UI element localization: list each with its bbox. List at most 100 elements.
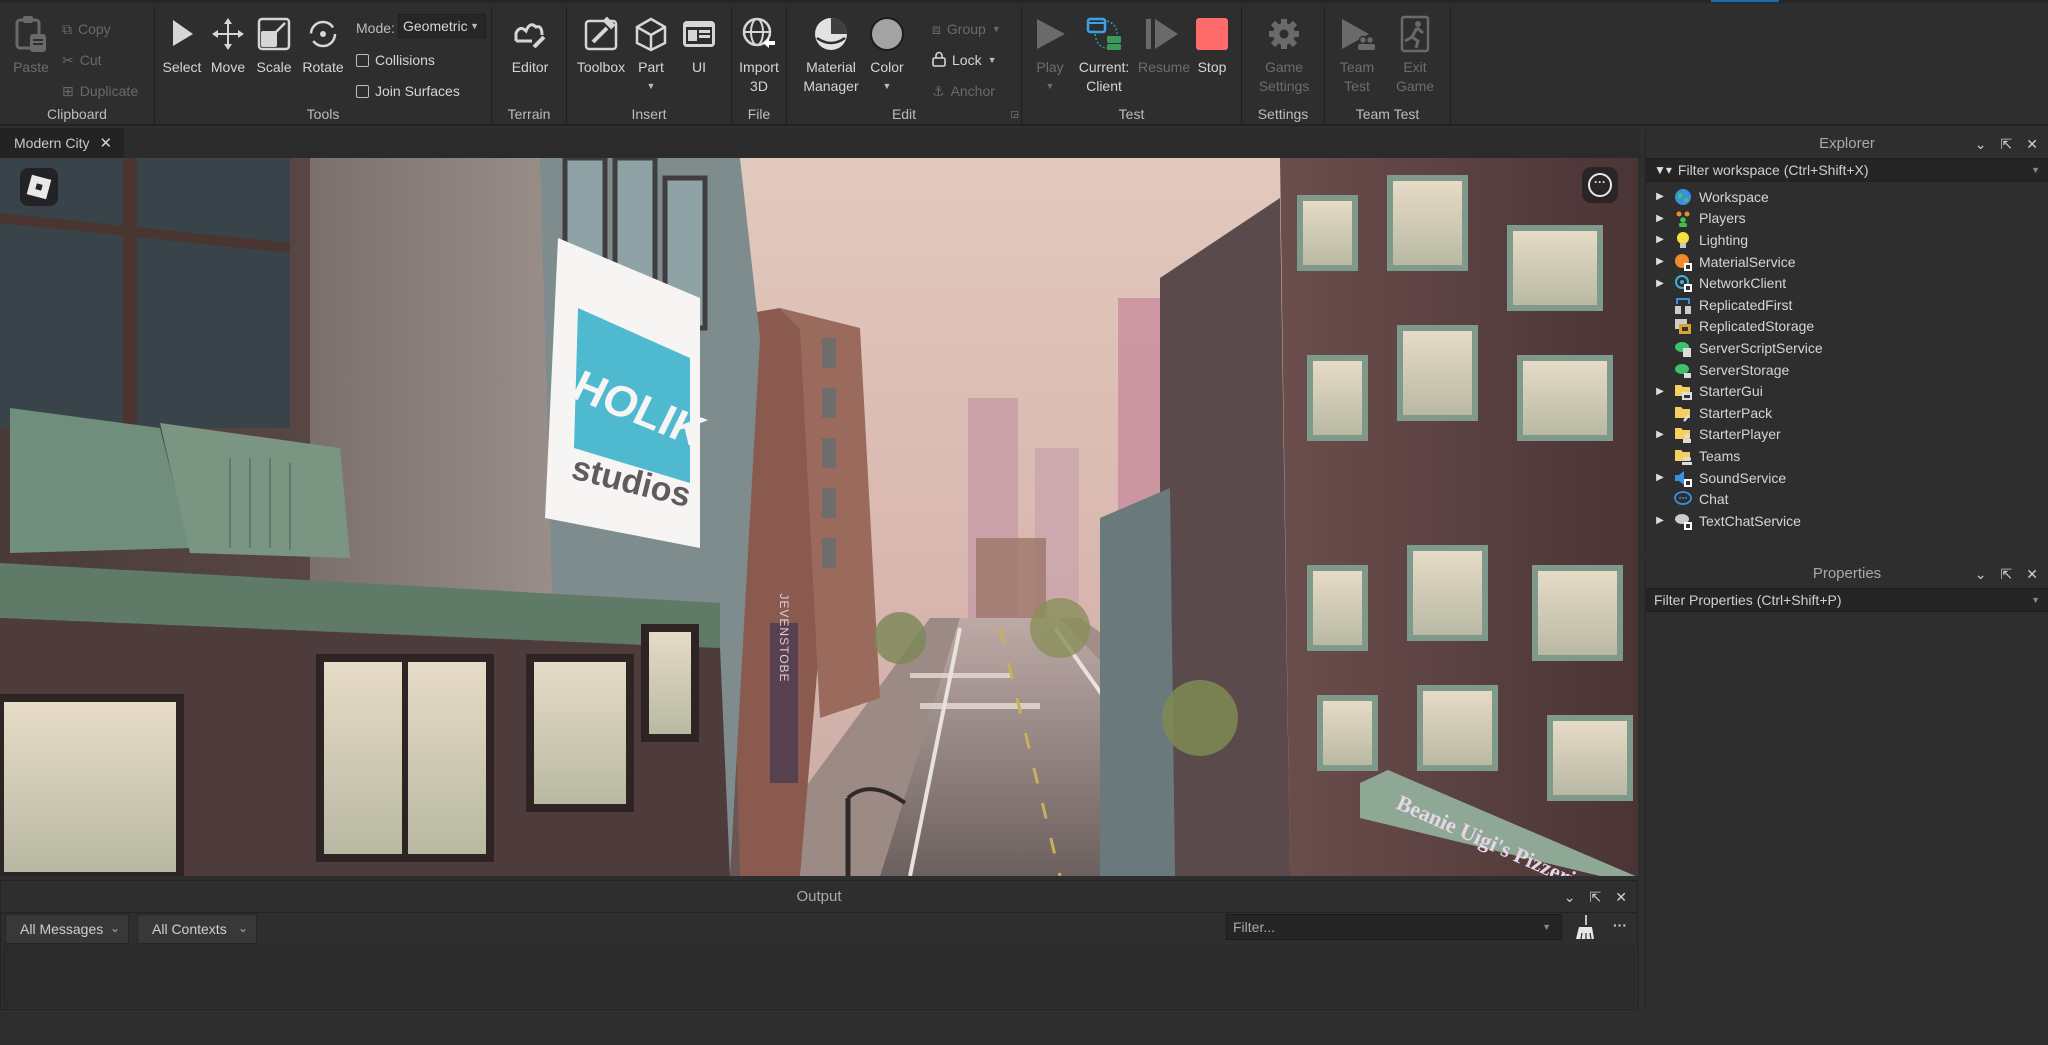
roblox-menu-button[interactable] <box>20 168 58 206</box>
explorer-item-soundservice[interactable]: ▶ SoundService <box>1646 467 2048 489</box>
filter-funnel-icon[interactable]: ▼▾ <box>1654 163 1672 177</box>
scale-button[interactable]: Scale <box>253 14 295 77</box>
output-more-icon[interactable]: ··· <box>1613 917 1627 933</box>
explorer-item-players[interactable]: ▶ Players <box>1646 208 2048 230</box>
import-label-line1: Import <box>739 59 779 75</box>
client-server-icon <box>1084 14 1124 54</box>
close-icon[interactable]: ✕ <box>2026 136 2038 153</box>
play-icon <box>1030 14 1070 54</box>
3d-viewport[interactable]: JEVENSTOBE Beanie Uigi's Pizzeria HOLIK … <box>0 158 1638 876</box>
ribbon-toolbar: Paste ⧉ Copy ✂ Cut ⊞ Duplicate Clipboard Se… <box>0 0 2048 126</box>
color-swatch-icon <box>867 14 907 54</box>
group-button[interactable]: ⧈ Group ▼ <box>932 19 1001 39</box>
toolbox-label: Toolbox <box>576 59 626 75</box>
duplicate-button[interactable]: ⊞ Duplicate <box>62 81 138 101</box>
contexts-filter-dropdown[interactable]: All Contexts ⌄ <box>137 914 257 944</box>
explorer-item-textchatservice[interactable]: ▶ TextChatService <box>1646 510 2048 532</box>
chevron-down-icon[interactable]: ⌄ <box>1564 889 1576 906</box>
document-tab-bar: Modern City ✕ <box>0 128 1640 158</box>
close-icon[interactable]: ✕ <box>2026 566 2038 583</box>
explorer-item-starterpack[interactable]: StarterPack <box>1646 402 2048 424</box>
undock-icon[interactable]: ⇱ <box>2001 136 2013 153</box>
expand-arrow-icon[interactable]: ▶ <box>1646 234 1674 245</box>
paste-button[interactable]: Paste <box>10 14 52 77</box>
chevron-down-icon: ▼ <box>882 81 892 91</box>
expand-arrow-icon[interactable]: ▶ <box>1646 256 1674 267</box>
collisions-checkbox[interactable]: Collisions <box>356 50 435 70</box>
current-label-line2: Client <box>1086 78 1122 94</box>
network-client-icon <box>1674 274 1692 293</box>
tab-modern-city[interactable]: Modern City ✕ <box>0 128 124 158</box>
lock-button[interactable]: Lock ▼ <box>932 50 997 70</box>
explorer-item-serverstorage[interactable]: ServerStorage <box>1646 359 2048 381</box>
part-button[interactable]: Part ▼ <box>629 14 673 96</box>
toolbox-button[interactable]: Toolbox <box>575 14 627 77</box>
explorer-item-workspace[interactable]: ▶ Workspace <box>1646 186 2048 208</box>
explorer-filter-input[interactable]: ▼▾ Filter workspace (Ctrl+Shift+X) ▼ <box>1646 158 2048 182</box>
clear-output-button[interactable] <box>1574 915 1596 941</box>
contexts-filter-value: All Contexts <box>152 921 227 937</box>
ui-label: UI <box>692 59 706 75</box>
output-title: Output <box>1 881 1637 913</box>
undock-icon[interactable]: ⇱ <box>2001 566 2013 583</box>
explorer-item-chat[interactable]: Chat <box>1646 488 2048 510</box>
explorer-item-startergui[interactable]: ▶ StarterGui <box>1646 380 2048 402</box>
messages-filter-dropdown[interactable]: All Messages ⌄ <box>5 914 129 944</box>
select-button[interactable]: Select <box>161 14 203 77</box>
clipboard-icon <box>11 14 51 54</box>
expand-arrow-icon[interactable]: ▶ <box>1646 515 1674 526</box>
ui-button[interactable]: UI <box>677 14 721 77</box>
team-test-button[interactable]: Team Test <box>1333 14 1381 96</box>
exit-game-label-line1: Exit <box>1403 59 1427 75</box>
current-client-button[interactable]: Current: Client <box>1078 14 1130 96</box>
resume-button[interactable]: Resume <box>1138 14 1190 77</box>
material-label-line2: Manager <box>803 78 859 94</box>
duplicate-icon: ⊞ <box>62 82 74 99</box>
chevron-down-icon[interactable]: ⌄ <box>1975 136 1987 153</box>
terrain-editor-button[interactable]: Editor <box>507 14 553 77</box>
explorer-item-serverscriptservice[interactable]: ServerScriptService <box>1646 337 2048 359</box>
rotate-button[interactable]: Rotate <box>299 14 347 77</box>
import-label-line2: 3D <box>750 78 768 94</box>
explorer-item-teams[interactable]: Teams <box>1646 445 2048 467</box>
expand-arrow-icon[interactable]: ▶ <box>1646 213 1674 224</box>
color-button[interactable]: Color ▼ <box>865 14 909 96</box>
game-settings-button[interactable]: Game Settings <box>1256 14 1312 96</box>
move-label: Move <box>210 59 246 75</box>
explorer-item-networkclient[interactable]: ▶ NetworkClient <box>1646 272 2048 294</box>
output-filter-input[interactable]: Filter... ▼ <box>1226 914 1562 940</box>
explorer-item-replicatedfirst[interactable]: ReplicatedFirst <box>1646 294 2048 316</box>
explorer-item-replicatedstorage[interactable]: ReplicatedStorage <box>1646 316 2048 338</box>
expand-arrow-icon[interactable]: ▶ <box>1646 386 1674 397</box>
teams-icon <box>1674 447 1692 465</box>
import-3d-button[interactable]: Import 3D <box>736 14 782 96</box>
exit-game-button[interactable]: Exit Game <box>1391 14 1439 96</box>
close-icon[interactable]: ✕ <box>99 134 112 152</box>
close-icon[interactable]: ✕ <box>1615 889 1627 906</box>
server-storage-icon <box>1674 361 1692 379</box>
more-options-button[interactable]: ··· <box>1582 167 1618 203</box>
chevron-down-icon: ▼ <box>646 81 656 91</box>
properties-filter-input[interactable]: Filter Properties (Ctrl+Shift+P) ▼ <box>1646 588 2048 612</box>
explorer-item-starterplayer[interactable]: ▶ StarterPlayer <box>1646 424 2048 446</box>
settings-group-label: Settings <box>1257 106 1309 122</box>
play-button[interactable]: Play ▼ <box>1030 14 1070 96</box>
move-button[interactable]: Move <box>207 14 249 77</box>
explorer-item-materialservice[interactable]: ▶ MaterialService <box>1646 251 2048 273</box>
mode-dropdown[interactable]: Geometric ▼ <box>398 14 486 38</box>
copy-button[interactable]: ⧉ Copy <box>62 19 111 39</box>
expand-arrow-icon[interactable]: ▶ <box>1646 191 1674 202</box>
explorer-item-lighting[interactable]: ▶ Lighting <box>1646 229 2048 251</box>
cut-button[interactable]: ✂ Cut <box>62 50 102 70</box>
join-surfaces-checkbox[interactable]: Join Surfaces <box>356 81 460 101</box>
expand-arrow-icon[interactable]: ▶ <box>1646 429 1674 440</box>
explorer-item-label: MaterialService <box>1699 253 1796 270</box>
material-manager-button[interactable]: Material Manager <box>803 14 859 96</box>
chevron-down-icon[interactable]: ⌄ <box>1975 566 1987 583</box>
material-sphere-icon <box>811 14 851 54</box>
expand-arrow-icon[interactable]: ▶ <box>1646 278 1674 289</box>
stop-button[interactable]: Stop <box>1192 14 1232 77</box>
anchor-button[interactable]: ⚓ Anchor <box>932 81 995 101</box>
expand-arrow-icon[interactable]: ▶ <box>1646 472 1674 483</box>
undock-icon[interactable]: ⇱ <box>1590 889 1602 906</box>
